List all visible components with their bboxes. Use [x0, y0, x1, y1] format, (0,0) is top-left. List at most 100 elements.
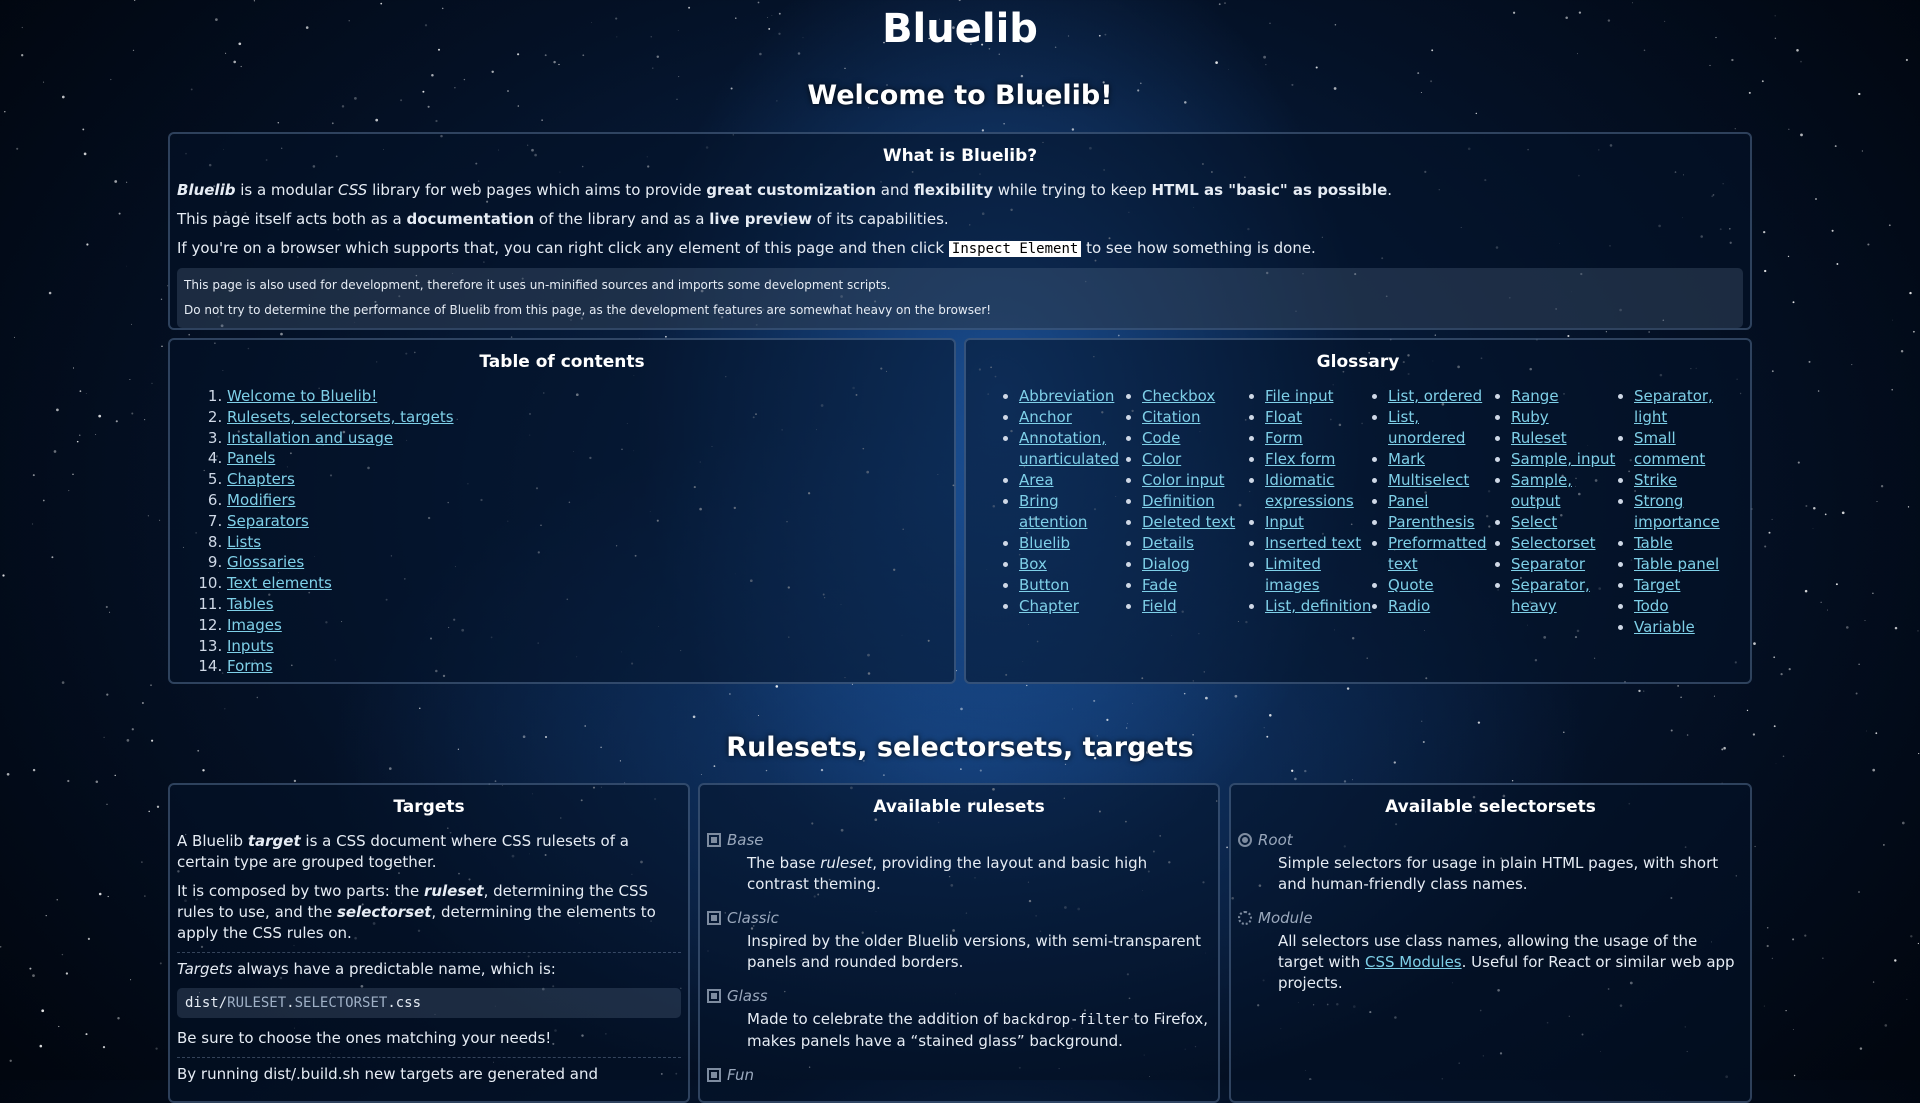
selectorset-root[interactable]: Root Simple selectors for usage in plain… [1238, 831, 1743, 895]
glossary-link[interactable]: Limited images [1265, 555, 1321, 594]
star [1709, 64, 1711, 66]
glossary-link[interactable]: Todo [1634, 597, 1669, 615]
glossary-link[interactable]: Float [1265, 408, 1302, 426]
star [678, 76, 680, 78]
ruleset-base[interactable]: Base The base ruleset, providing the lay… [707, 831, 1211, 895]
glossary-link[interactable]: Separator [1511, 555, 1585, 573]
glossary-link[interactable]: List, ordered [1388, 387, 1482, 405]
glossary-link[interactable]: Box [1019, 555, 1047, 573]
toc-link[interactable]: Panels [227, 449, 275, 467]
toc-title: Table of contents [479, 352, 645, 372]
glossary-link[interactable]: Preformatted text [1388, 534, 1487, 573]
toc-link[interactable]: Modifiers [227, 491, 295, 509]
glossary-link[interactable]: Ruby [1511, 408, 1549, 426]
glossary-link[interactable]: Radio [1388, 597, 1430, 615]
star [1792, 1029, 1794, 1030]
checkbox-icon[interactable] [707, 833, 721, 847]
glossary-link[interactable]: Button [1019, 576, 1069, 594]
glossary-link[interactable]: Separator, light [1634, 387, 1713, 426]
star [652, 67, 654, 69]
css-modules-link[interactable]: CSS Modules [1365, 953, 1462, 971]
glossary-link[interactable]: Form [1265, 429, 1303, 447]
glossary-link[interactable]: Area [1019, 471, 1054, 489]
glossary-link[interactable]: Separator, heavy [1511, 576, 1590, 615]
targets-term: Targets [177, 960, 233, 978]
toc-link[interactable]: Welcome to Bluelib! [227, 387, 377, 405]
glossary-link[interactable]: Citation [1142, 408, 1200, 426]
star [1834, 145, 1837, 148]
glossary-link[interactable]: Field [1142, 597, 1177, 615]
selectorset-description: Simple selectors for usage in plain HTML… [1278, 854, 1719, 893]
glossary-link[interactable]: Table panel [1634, 555, 1719, 573]
star [2, 574, 5, 577]
toc-link[interactable]: Chapters [227, 470, 295, 488]
glossary-link[interactable]: Small comment [1634, 429, 1705, 468]
toc-link[interactable]: Tables [227, 595, 274, 613]
glossary-link[interactable]: List, definition [1265, 597, 1371, 615]
checkbox-icon[interactable] [707, 911, 721, 925]
glossary-link[interactable]: Range [1511, 387, 1559, 405]
glossary-link[interactable]: Selectorset [1511, 534, 1596, 552]
glossary-link[interactable]: Details [1142, 534, 1194, 552]
glossary-link[interactable]: Bluelib [1019, 534, 1070, 552]
star [1648, 331, 1650, 333]
glossary-link[interactable]: Anchor [1019, 408, 1072, 426]
glossary-link[interactable]: Definition [1142, 492, 1215, 510]
glossary-link[interactable]: File input [1265, 387, 1333, 405]
glossary-link[interactable]: Sample, output [1511, 471, 1572, 510]
toc-link[interactable]: Inputs [227, 637, 274, 655]
glossary-link[interactable]: List, unordered [1388, 408, 1465, 447]
checkbox-icon[interactable] [707, 989, 721, 1003]
star [87, 937, 90, 941]
radio-icon[interactable] [1238, 911, 1252, 925]
star [584, 725, 587, 727]
glossary-link[interactable]: Bring attention [1019, 492, 1087, 531]
glossary-link[interactable]: Ruleset [1511, 429, 1567, 447]
glossary-link[interactable]: Mark [1388, 450, 1425, 468]
ruleset-glass[interactable]: Glass Made to celebrate the addition of … [707, 987, 1211, 1052]
star [375, 118, 379, 122]
star [134, 0, 136, 1]
glossary-link[interactable]: Parenthesis [1388, 513, 1475, 531]
glossary-link[interactable]: Multiselect [1388, 471, 1469, 489]
glossary-link[interactable]: Deleted text [1142, 513, 1235, 531]
toc-link[interactable]: Forms [227, 657, 273, 675]
glossary-link[interactable]: Idiomatic expressions [1265, 471, 1354, 510]
toc-link[interactable]: Rulesets, selectorsets, targets [227, 408, 454, 426]
toc-link[interactable]: Text elements [227, 574, 332, 592]
glossary-link[interactable]: Sample, input [1511, 450, 1615, 468]
what-is-panel: What is Bluelib? Bluelib is a modular CS… [168, 132, 1752, 330]
glossary-link[interactable]: Flex form [1265, 450, 1335, 468]
toc-link[interactable]: Glossaries [227, 553, 304, 571]
glossary-link[interactable]: Code [1142, 429, 1180, 447]
glossary-link[interactable]: Target [1634, 576, 1680, 594]
glossary-link[interactable]: Quote [1388, 576, 1434, 594]
toc-link[interactable]: Separators [227, 512, 309, 530]
glossary-link[interactable]: Annotation, unarticulated [1019, 429, 1119, 468]
glossary-link[interactable]: Dialog [1142, 555, 1190, 573]
glossary-link[interactable]: Color [1142, 450, 1181, 468]
toc-item: Tables [227, 594, 947, 615]
glossary-link[interactable]: Select [1511, 513, 1557, 531]
ruleset-classic[interactable]: Classic Inspired by the older Bluelib ve… [707, 909, 1211, 973]
toc-link[interactable]: Lists [227, 533, 261, 551]
glossary-link[interactable]: Inserted text [1265, 534, 1361, 552]
glossary-link[interactable]: Color input [1142, 471, 1225, 489]
glossary-link[interactable]: Chapter [1019, 597, 1079, 615]
glossary-link[interactable]: Checkbox [1142, 387, 1215, 405]
ruleset-fun[interactable]: Fun [707, 1066, 1211, 1084]
glossary-link[interactable]: Input [1265, 513, 1304, 531]
glossary-link[interactable]: Abbreviation [1019, 387, 1114, 405]
glossary-link[interactable]: Variable [1634, 618, 1695, 636]
star [1127, 722, 1128, 724]
radio-icon[interactable] [1238, 833, 1252, 847]
glossary-link[interactable]: Table [1634, 534, 1673, 552]
glossary-link[interactable]: Strong importance [1634, 492, 1720, 531]
selectorset-module[interactable]: Module All selectors use class names, al… [1238, 909, 1743, 994]
glossary-link[interactable]: Fade [1142, 576, 1177, 594]
toc-link[interactable]: Images [227, 616, 282, 634]
glossary-link[interactable]: Panel [1388, 492, 1428, 510]
glossary-link[interactable]: Strike [1634, 471, 1677, 489]
star [1763, 1005, 1765, 1007]
toc-link[interactable]: Installation and usage [227, 429, 393, 447]
